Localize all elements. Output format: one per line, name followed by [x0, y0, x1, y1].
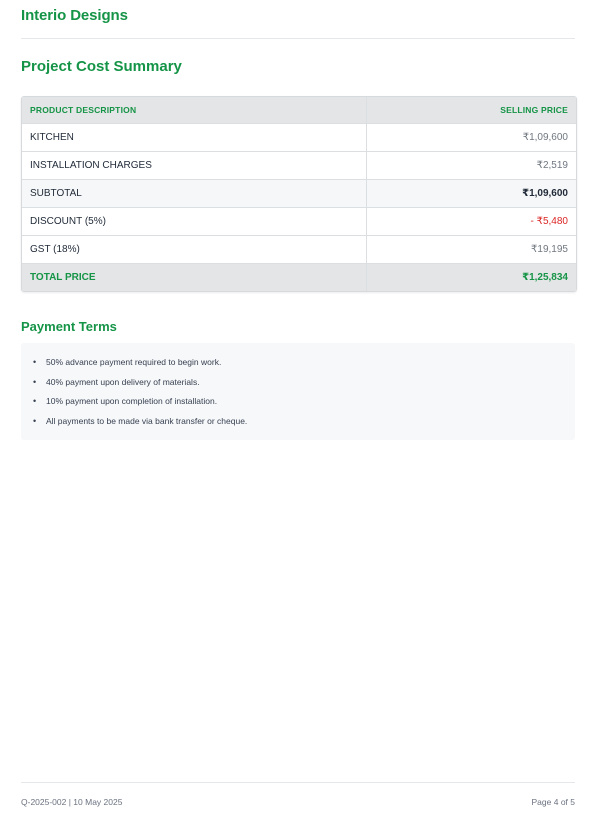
- row-description: INSTALLATION CHARGES: [22, 151, 367, 180]
- list-item: • All payments to be made via bank trans…: [33, 415, 247, 435]
- row-price: ₹1,25,834: [365, 263, 576, 291]
- row-description: DISCOUNT (5%): [22, 207, 367, 236]
- brand-header: Interio Designs: [21, 0, 575, 39]
- cost-summary-table-container: PRODUCT DESCRIPTION SELLING PRICE KITCHE…: [21, 96, 577, 292]
- row-price: ₹1,09,600: [365, 123, 576, 152]
- row-description: TOTAL PRICE: [22, 263, 367, 291]
- table-header-row: PRODUCT DESCRIPTION SELLING PRICE: [22, 97, 576, 124]
- cost-summary-title: Project Cost Summary: [21, 58, 182, 75]
- row-price: ₹2,519: [365, 151, 576, 180]
- bullet-icon: •: [33, 357, 37, 367]
- row-description: KITCHEN: [22, 123, 367, 152]
- page-footer: Q-2025-002 | 10 May 2025 Page 4 of 5: [21, 782, 575, 807]
- page-number: Page 4 of 5: [531, 797, 575, 807]
- table-row-gst: GST (18%) ₹19,195: [22, 235, 576, 264]
- list-item: • 10% payment upon completion of install…: [33, 395, 247, 415]
- column-header-price: SELLING PRICE: [365, 97, 576, 124]
- quote-reference: Q-2025-002 | 10 May 2025: [21, 797, 123, 807]
- cost-summary-table: PRODUCT DESCRIPTION SELLING PRICE KITCHE…: [22, 97, 576, 291]
- table-row-subtotal: SUBTOTAL ₹1,09,600: [22, 179, 576, 208]
- table-row-installation: INSTALLATION CHARGES ₹2,519: [22, 151, 576, 180]
- bullet-icon: •: [33, 416, 37, 427]
- table-row-discount: DISCOUNT (5%) - ₹5,480: [22, 207, 576, 236]
- payment-terms-list: • 50% advance payment required to begin …: [33, 356, 247, 435]
- list-item-text: All payments to be made via bank transfe…: [46, 416, 248, 427]
- payment-terms-box: • 50% advance payment required to begin …: [21, 343, 575, 440]
- table-row-kitchen: KITCHEN ₹1,09,600: [22, 123, 576, 152]
- column-header-description: PRODUCT DESCRIPTION: [22, 97, 367, 124]
- payment-terms-title: Payment Terms: [21, 319, 117, 334]
- quote-page: Interio Designs Project Cost Summary PRO…: [21, 0, 577, 819]
- list-item: • 40% payment upon delivery of materials…: [33, 376, 247, 396]
- list-item-text: 50% advance payment required to begin wo…: [46, 357, 222, 367]
- list-item: • 50% advance payment required to begin …: [33, 356, 247, 376]
- row-description: SUBTOTAL: [22, 179, 367, 208]
- list-item-text: 10% payment upon completion of installat…: [46, 396, 218, 407]
- table-row-total: TOTAL PRICE ₹1,25,834: [22, 263, 576, 291]
- row-price: ₹19,195: [365, 235, 576, 264]
- bullet-icon: •: [33, 376, 37, 387]
- list-item-text: 40% payment upon delivery of materials.: [46, 376, 200, 387]
- bullet-icon: •: [33, 396, 37, 407]
- row-description: GST (18%): [22, 235, 367, 264]
- brand-name: Interio Designs: [21, 7, 128, 24]
- row-price: - ₹5,480: [365, 207, 576, 236]
- row-price: ₹1,09,600: [365, 179, 576, 208]
